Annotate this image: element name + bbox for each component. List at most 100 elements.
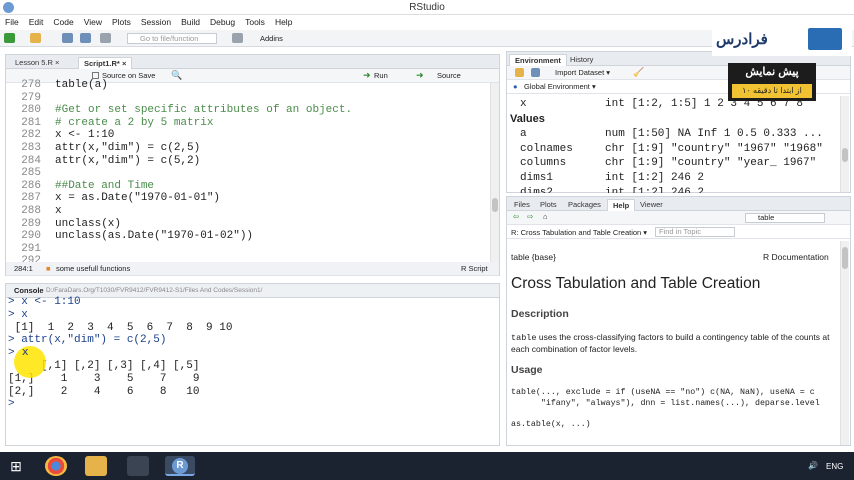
open-project-icon[interactable] — [30, 33, 41, 43]
code-line[interactable]: 287 x = as.Date("1970-01-01") — [5, 192, 490, 205]
code-editor[interactable]: 278 table(a) 279 280 #Get or set specific at… — [5, 79, 490, 262]
code-line[interactable]: 292 — [5, 255, 490, 262]
menu-debug[interactable]: Debug — [205, 15, 240, 29]
code-line[interactable]: 284 attr(x,"dim") = c(5,2) — [5, 155, 490, 168]
code-line[interactable]: 283 attr(x,"dim") = c(2,5) — [5, 142, 490, 155]
code-line[interactable]: 281 # create a 2 by 5 matrix — [5, 117, 490, 130]
code-line[interactable]: 285 — [5, 167, 490, 180]
globe-icon: ● — [513, 82, 518, 91]
menu-code[interactable]: Code — [48, 15, 78, 29]
env-value-row[interactable]: dims1 int [1:2] 246 2 — [510, 172, 840, 187]
env-value: num [1:50] NA Inf 1 0.5 0.333 ... — [605, 128, 823, 140]
forward-icon[interactable]: ⇨ — [527, 212, 533, 221]
code-text: ##Date and Time — [55, 179, 155, 192]
env-value-row[interactable]: a num [1:50] NA Inf 1 0.5 0.333 ... — [510, 128, 840, 143]
tab-environment[interactable]: Environment — [509, 54, 567, 66]
print-icon[interactable] — [100, 33, 111, 43]
usage-line-1: table(..., exclude = if (useNA == "no") … — [511, 388, 815, 397]
line-number: 279 — [21, 91, 41, 104]
menu-session[interactable]: Session — [136, 15, 176, 29]
code-line[interactable]: 286 ##Date and Time — [5, 180, 490, 193]
save-all-icon[interactable] — [80, 33, 91, 43]
volume-icon[interactable]: 🔊 — [808, 461, 818, 470]
back-icon[interactable]: ⇦ — [513, 212, 519, 221]
brand-logo — [808, 28, 842, 50]
env-value-row[interactable]: dims2 int [1:2] 246 2 — [510, 187, 840, 193]
menu-help[interactable]: Help — [270, 15, 297, 29]
editor-scrollbar[interactable] — [490, 83, 499, 263]
tab-viewer[interactable]: Viewer — [635, 199, 668, 211]
topic-dropdown[interactable]: R: Cross Tabulation and Table Creation ▾ — [511, 228, 647, 237]
new-file-icon[interactable] — [4, 33, 15, 43]
code-line[interactable]: 278 table(a) — [5, 79, 490, 92]
env-name: columns — [520, 157, 567, 170]
menu-view[interactable]: View — [79, 15, 107, 29]
line-number: 280 — [21, 104, 41, 117]
help-topic-bar: R: Cross Tabulation and Table Creation ▾… — [507, 225, 850, 239]
line-number: 288 — [21, 204, 41, 217]
find-in-topic-input[interactable]: Find in Topic — [655, 227, 735, 237]
preview-banner: پیش نمایش از ابتدا تا دقیقه ۱۰ — [728, 63, 816, 101]
load-workspace-icon[interactable] — [515, 68, 524, 77]
chrome-icon[interactable] — [45, 456, 67, 476]
menu-tools[interactable]: Tools — [240, 15, 270, 29]
goto-file-input[interactable]: Go to file/function — [127, 33, 217, 44]
help-tabs: Files Plots Packages Help Viewer — [507, 197, 850, 211]
tab-plots[interactable]: Plots — [535, 199, 562, 211]
windows-start-icon[interactable]: ⊞ — [5, 456, 27, 476]
line-number: 278 — [21, 79, 41, 91]
file-type[interactable]: R Script — [461, 264, 488, 273]
code-line[interactable]: 280 #Get or set specific attributes of an… — [5, 104, 490, 117]
menu-plots[interactable]: Plots — [107, 15, 136, 29]
import-dataset-button[interactable]: Import Dataset ▾ — [555, 68, 610, 77]
tab-packages[interactable]: Packages — [563, 199, 606, 211]
code-text: #Get or set specific attributes of an ob… — [55, 104, 353, 117]
console-title[interactable]: Console — [14, 286, 44, 295]
grid-layout-icon[interactable] — [232, 33, 243, 43]
tab-script1[interactable]: Script1.R* × — [78, 57, 133, 69]
app-icon[interactable] — [127, 456, 149, 476]
tab-lesson5[interactable]: Lesson 5.R × — [10, 57, 64, 69]
console-x-overlay: x — [22, 347, 29, 359]
env-value-row[interactable]: colnames chr [1:9] "country" "1967" "1968… — [510, 143, 840, 158]
rstudio-taskbar-icon[interactable]: R — [165, 456, 195, 476]
code-line[interactable]: 282 x <- 1:10 — [5, 129, 490, 142]
menu-file[interactable]: File — [0, 15, 24, 29]
code-text: unclass(x) — [55, 217, 122, 230]
line-number: 290 — [21, 230, 41, 243]
cursor-highlight — [14, 346, 46, 378]
menu-edit[interactable]: Edit — [24, 15, 49, 29]
tab-help[interactable]: Help — [607, 199, 636, 211]
code-line[interactable]: 291 — [5, 243, 490, 256]
home-icon[interactable]: ⌂ — [543, 212, 548, 221]
menu-build[interactable]: Build — [176, 15, 205, 29]
taskbar: ⊞ R 🔊 ENG — [0, 452, 854, 480]
console-output-line: [1] 1 2 3 4 5 6 7 8 9 10 — [8, 321, 233, 334]
env-value-row[interactable]: columns chr [1:9] "country" "year_ 1967" — [510, 157, 840, 172]
code-line[interactable]: 288 x — [5, 205, 490, 218]
broom-icon[interactable]: 🧹 — [633, 67, 644, 78]
save-icon[interactable] — [62, 33, 73, 43]
addins-menu[interactable]: Addins — [260, 34, 283, 43]
code-text: attr(x,"dim") = c(2,5) — [55, 141, 201, 154]
line-number: 284 — [21, 154, 41, 167]
window-title: RStudio — [409, 2, 445, 13]
scope-dropdown[interactable]: Global Environment ▾ — [524, 82, 596, 91]
desc-heading: Description — [511, 308, 569, 320]
console-input-line: > x — [8, 347, 28, 360]
line-number: 292 — [21, 255, 41, 262]
code-line[interactable]: 289 unclass(x) — [5, 218, 490, 231]
section-dropdown[interactable]: some usefull functions — [56, 264, 130, 273]
file-explorer-icon[interactable] — [85, 456, 107, 476]
help-scrollbar[interactable] — [840, 241, 849, 445]
save-workspace-icon[interactable] — [531, 68, 540, 77]
language-indicator[interactable]: ENG — [826, 462, 843, 471]
tab-files[interactable]: Files — [509, 199, 535, 211]
source-on-save-checkbox[interactable] — [92, 72, 99, 79]
code-line[interactable]: 279 — [5, 92, 490, 105]
environment-scrollbar[interactable] — [840, 96, 849, 192]
tab-history[interactable]: History — [565, 54, 598, 66]
code-line[interactable]: 290 unclass(as.Date("1970-01-02")) — [5, 230, 490, 243]
console-output[interactable]: > x <- 1:10 > x [1] 1 2 3 4 5 6 7 8 9 10 >… — [8, 296, 498, 436]
help-search-input[interactable]: table — [745, 213, 825, 223]
